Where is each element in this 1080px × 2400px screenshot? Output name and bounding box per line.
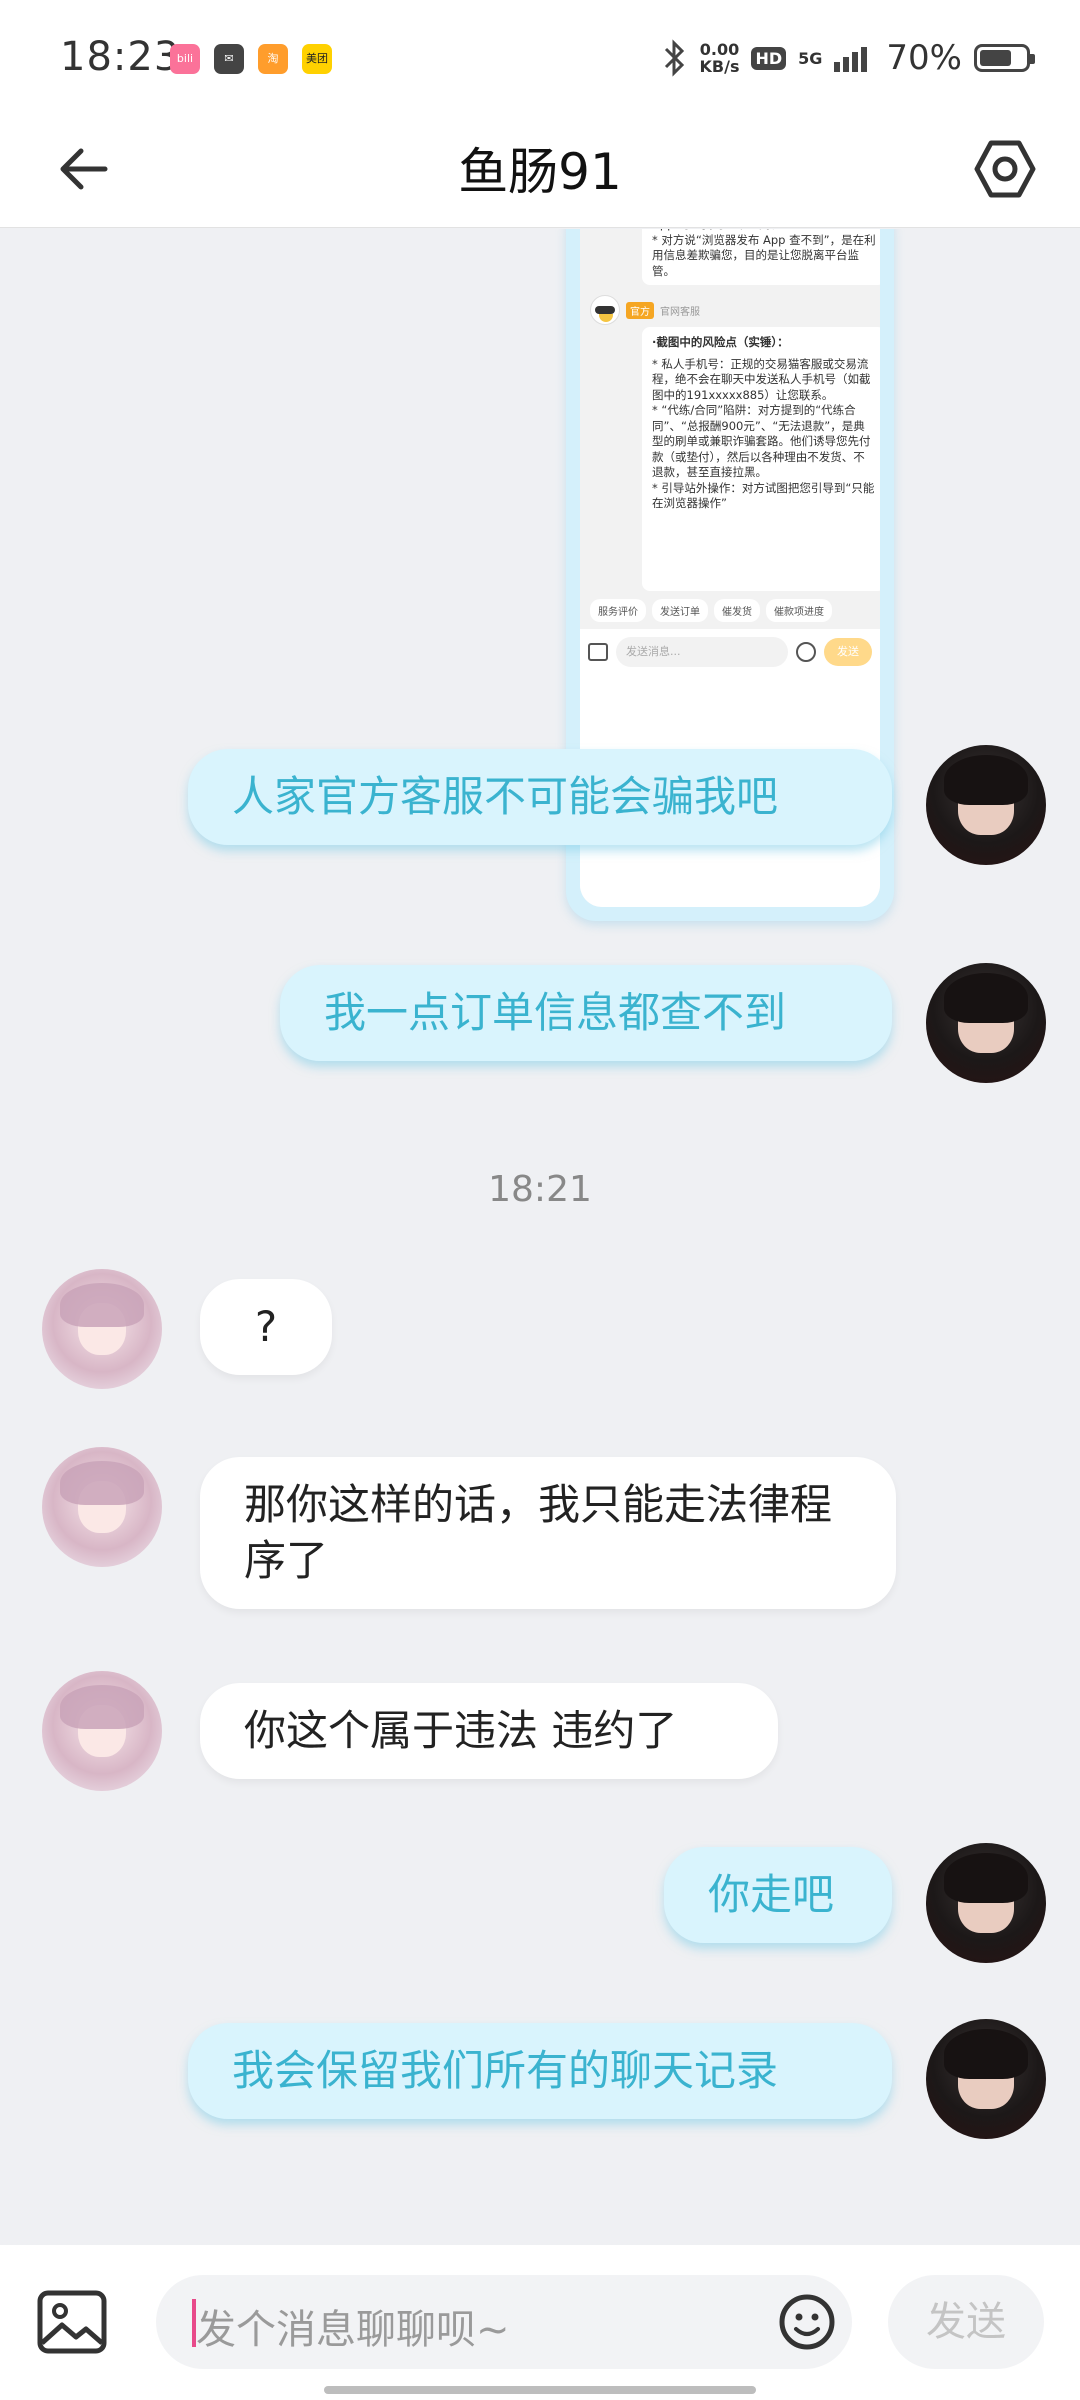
screenshot-quick-actions: 服务评价 发送订单 催发货 催款项进度 <box>590 599 832 622</box>
emoji-icon <box>796 642 816 662</box>
quick-action: 催款项进度 <box>766 599 832 622</box>
image-icon <box>588 643 608 661</box>
my-avatar[interactable] <box>926 2019 1046 2139</box>
network-type: 5G <box>798 48 823 68</box>
screenshot-top-card: App 的【我的订单】列表里。 * 对方说“浏览器发布 App 查不到”，是在利… <box>642 229 880 285</box>
message-text: 我会保留我们所有的聊天记录 <box>232 2046 779 2095</box>
message-input[interactable]: 发个消息聊聊呗~ <box>156 2275 852 2369</box>
input-placeholder: 发个消息聊聊呗~ <box>196 2307 510 2353</box>
contact-avatar[interactable] <box>42 1269 162 1389</box>
message-text: 人家官方客服不可能会骗我吧 <box>232 772 779 821</box>
my-avatar[interactable] <box>926 963 1046 1083</box>
my-avatar[interactable] <box>926 1843 1046 1963</box>
message-text: 我一点订单信息都查不到 <box>324 988 787 1037</box>
network-speed: 0.00 KB/s <box>699 40 740 76</box>
message-text: 你走吧 <box>708 1870 835 1919</box>
battery-icon <box>974 44 1035 72</box>
my-avatar[interactable] <box>926 745 1046 865</box>
meituan-app-icon: 美团 <box>302 44 332 74</box>
screenshot-input-bar: 发送消息... 发送 <box>580 629 880 675</box>
contact-avatar[interactable] <box>42 1671 162 1791</box>
status-icons: 0.00 KB/s HD 5G 70% <box>662 36 1035 80</box>
image-picker-button[interactable] <box>36 2289 108 2355</box>
send-button[interactable]: 发送 <box>888 2275 1044 2369</box>
settings-button[interactable] <box>970 134 1040 204</box>
home-indicator[interactable] <box>324 2386 756 2394</box>
message-text: 你这个属于违法 违约了 <box>244 1706 678 1755</box>
bluetooth-icon <box>664 39 684 77</box>
quick-action: 服务评价 <box>590 599 646 622</box>
message-bubble-theirs[interactable]: ? <box>200 1279 332 1375</box>
image-icon <box>37 2290 107 2354</box>
screenshot-input: 发送消息... <box>616 637 788 667</box>
message-bubble-theirs[interactable]: 那你这样的话，我只能走法律程序了 <box>200 1457 896 1609</box>
message-text: ? <box>254 1302 278 1351</box>
time-separator: 18:21 <box>488 1169 592 1210</box>
screenshot-agent-row: 官方 官网客服 <box>590 295 700 325</box>
message-list[interactable]: App 的【我的订单】列表里。 * 对方说“浏览器发布 App 查不到”，是在利… <box>0 229 1080 2245</box>
message-bubble-mine[interactable]: 我一点订单信息都查不到 <box>280 965 892 1061</box>
taobao-app-icon: 淘 <box>258 44 288 74</box>
agent-name: 官网客服 <box>660 306 700 318</box>
battery-percent: 70% <box>886 38 962 78</box>
hd-badge: HD <box>751 46 787 70</box>
message-bubble-theirs[interactable]: 你这个属于违法 违约了 <box>200 1683 778 1779</box>
emoji-button[interactable] <box>778 2293 836 2351</box>
page-title: 鱼肠91 <box>458 143 622 201</box>
message-bubble-mine[interactable]: 我会保留我们所有的聊天记录 <box>188 2023 892 2119</box>
battery-fill <box>980 50 1011 66</box>
quick-action: 发送订单 <box>652 599 708 622</box>
signal-icon <box>834 47 868 72</box>
mail-app-icon: ✉ <box>214 44 244 74</box>
chat-screen: 18:23 bili ✉ 淘 美团 0.00 KB/s HD 5G 70% 鱼肠… <box>0 0 1080 2400</box>
bilibili-app-icon: bili <box>170 44 200 74</box>
chat-header: 鱼肠91 <box>0 110 1080 228</box>
status-time: 18:23 <box>60 34 181 80</box>
message-bubble-mine[interactable]: 人家官方客服不可能会骗我吧 <box>188 749 892 845</box>
quick-action: 催发货 <box>714 599 760 622</box>
message-bubble-mine[interactable]: 你走吧 <box>664 1847 892 1943</box>
gear-icon <box>974 140 1036 198</box>
screenshot-main-card: ·截图中的风险点（实锤）： * 私人手机号：正规的交易猫客服或交易流程，绝不会在… <box>642 327 880 591</box>
official-tag: 官方 <box>626 301 654 319</box>
message-input-bar: 发个消息聊聊呗~ 发送 <box>0 2245 1080 2400</box>
message-text: 那你这样的话，我只能走法律程序了 <box>244 1480 833 1585</box>
smiley-icon <box>779 2294 835 2350</box>
agent-avatar <box>590 295 620 325</box>
screenshot-send: 发送 <box>824 638 872 666</box>
contact-avatar[interactable] <box>42 1447 162 1567</box>
status-bar: 18:23 bili ✉ 淘 美团 0.00 KB/s HD 5G 70% <box>0 0 1080 110</box>
